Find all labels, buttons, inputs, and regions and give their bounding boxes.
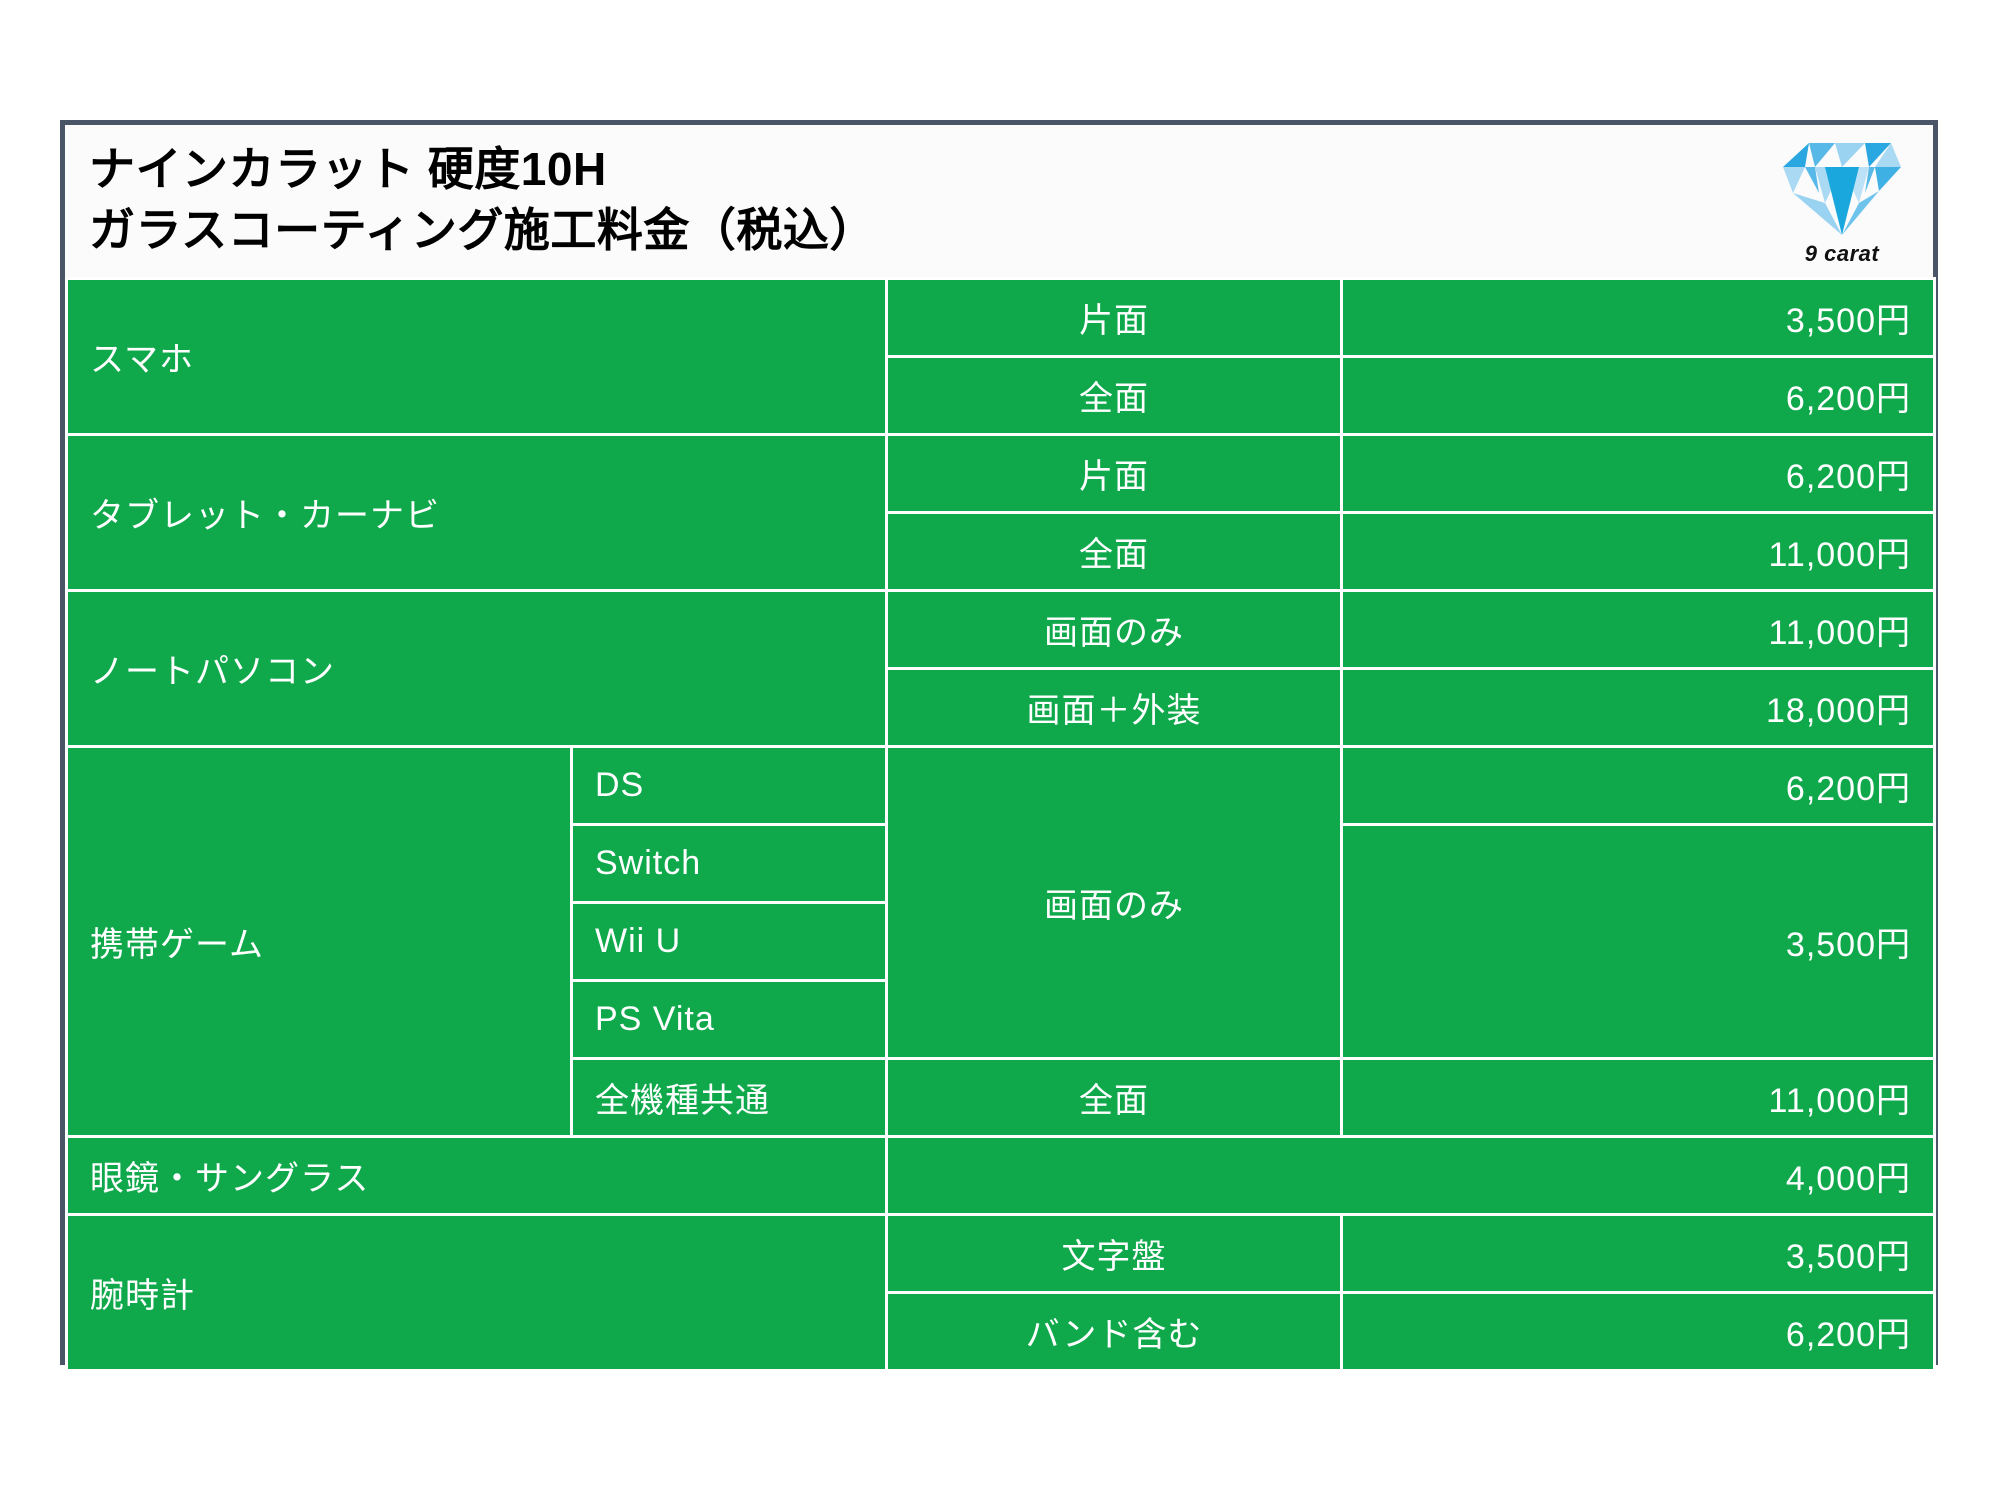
- price-cell: 11,000円: [1340, 589, 1937, 670]
- category-cell: タブレット・カーナビ: [64, 433, 889, 592]
- title-block: ナインカラット 硬度10H ガラスコーティング施工料金（税込）: [89, 139, 876, 260]
- option-cell: 片面: [885, 277, 1344, 358]
- price-cell: 6,200円: [1340, 745, 1937, 826]
- subtype-cell: DS: [569, 745, 889, 826]
- option-cell: 片面: [885, 433, 1344, 514]
- table-row: 携帯ゲーム DS 画面のみ 6,200円: [65, 745, 1937, 1138]
- diamond-icon: [1783, 143, 1901, 235]
- table-row: ノートパソコン 画面のみ 11,000円: [64, 589, 1937, 748]
- table-row: スマホ 片面 3,500円: [64, 277, 1937, 436]
- category-cell: 腕時計: [64, 1213, 889, 1372]
- brand-logo-text: 9 carat: [1804, 241, 1880, 266]
- category-cell: 眼鏡・サングラス: [64, 1135, 889, 1216]
- page-title-line-2: ガラスコーティング施工料金（税込）: [89, 203, 876, 256]
- subtype-cell: Switch: [569, 823, 889, 904]
- category-cell: スマホ: [64, 277, 889, 436]
- page-title-line-1: ナインカラット 硬度10H: [89, 143, 607, 195]
- option-cell: 画面＋外装: [885, 667, 1344, 748]
- price-cell: 11,000円: [1340, 511, 1937, 592]
- table-row: 腕時計 文字盤 3,500円: [64, 1213, 1937, 1372]
- table-row: タブレット・カーナビ 片面 6,200円: [64, 433, 1937, 592]
- option-cell: 全面: [885, 1057, 1344, 1138]
- option-cell: バンド含む: [885, 1291, 1344, 1372]
- price-cell: 3,500円: [1340, 823, 1937, 1060]
- price-cell: 3,500円: [1340, 277, 1937, 358]
- price-sheet: ナインカラット 硬度10H ガラスコーティング施工料金（税込） 9 carat …: [60, 120, 1938, 1372]
- price-table: スマホ 片面 3,500円 全面 6,200円 タブレット・カーナビ 片面 6,…: [64, 277, 1937, 1372]
- price-cell: 6,200円: [1340, 1291, 1937, 1372]
- table-row: 眼鏡・サングラス 4,000円: [64, 1135, 1937, 1216]
- sheet-header: ナインカラット 硬度10H ガラスコーティング施工料金（税込） 9 carat: [65, 125, 1933, 277]
- option-cell: 全面: [885, 511, 1344, 592]
- price-cell: 6,200円: [1340, 355, 1937, 436]
- option-cell: 全面: [885, 355, 1344, 436]
- brand-logo: 9 carat: [1779, 131, 1905, 269]
- price-cell: 4,000円: [885, 1135, 1937, 1216]
- category-cell: 携帯ゲーム: [65, 745, 573, 1138]
- price-cell: 3,500円: [1340, 1213, 1937, 1294]
- option-cell: 画面のみ: [885, 589, 1344, 670]
- subtype-cell: PS Vita: [569, 979, 889, 1060]
- subtype-cell: Wii U: [569, 901, 889, 982]
- subtype-cell: 全機種共通: [569, 1057, 889, 1138]
- category-cell: ノートパソコン: [64, 589, 889, 748]
- price-cell: 6,200円: [1340, 433, 1937, 514]
- price-cell: 11,000円: [1340, 1057, 1937, 1138]
- option-cell: 画面のみ: [885, 745, 1344, 1060]
- price-cell: 18,000円: [1340, 667, 1937, 748]
- option-cell: 文字盤: [885, 1213, 1344, 1294]
